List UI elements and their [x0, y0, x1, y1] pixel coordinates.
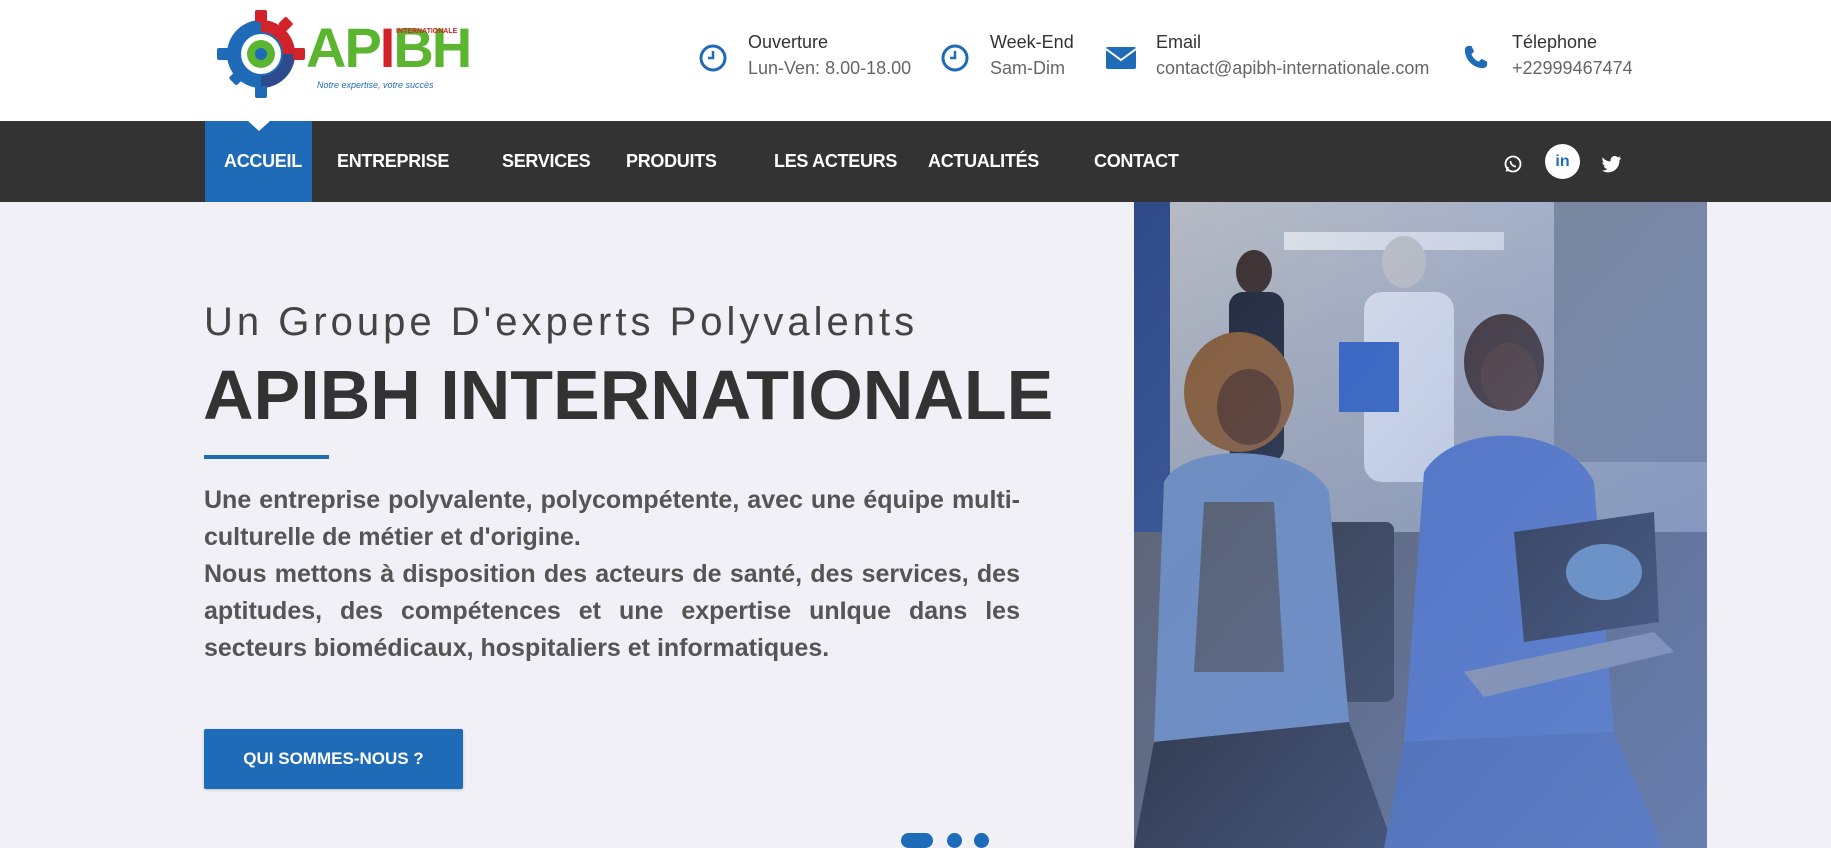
gear-logo-icon	[217, 10, 305, 98]
slider-dot-active[interactable]	[901, 833, 933, 848]
info-label: Télephone	[1512, 32, 1598, 52]
about-us-button[interactable]: QUI SOMMES-NOUS ?	[204, 729, 463, 789]
nav-item-accueil[interactable]: ACCUEIL	[205, 121, 312, 202]
clock-icon	[941, 44, 969, 72]
nav-item-services[interactable]: SERVICES	[502, 121, 591, 202]
envelope-icon	[1105, 47, 1137, 69]
phone-link[interactable]: +22999467474	[1512, 58, 1633, 79]
info-label: Ouverture	[748, 32, 829, 52]
nav-item-produits[interactable]: PRODUITS	[626, 121, 717, 202]
twitter-icon[interactable]	[1595, 147, 1629, 181]
nav-item-les-acteurs[interactable]: LES ACTEURS	[774, 121, 897, 202]
clock-icon	[699, 44, 727, 72]
linkedin-label: in	[1555, 152, 1570, 170]
info-label: Week-End	[990, 32, 1074, 52]
nav-item-actualites[interactable]: ACTUALITÉS	[928, 121, 1039, 202]
hospital-scene-image	[1134, 202, 1707, 848]
phone-icon	[1464, 45, 1488, 69]
main-nav: ACCUEIL ENTREPRISE SERVICES PRODUITS LES…	[0, 121, 1831, 202]
slider-dot[interactable]	[974, 833, 989, 848]
info-value: Lun-Ven: 8.00-18.00	[748, 58, 912, 78]
info-label: Email	[1156, 32, 1202, 52]
nav-item-entreprise[interactable]: ENTREPRISE	[337, 121, 449, 202]
hero-divider	[204, 455, 329, 459]
logo-internationale: INTERNATIONALE	[396, 28, 458, 35]
hero-title: APIBH INTERNATIONALE	[203, 356, 1054, 434]
top-header: APIBH INTERNATIONALE Notre expertise, vo…	[0, 0, 1831, 121]
whatsapp-icon[interactable]	[1496, 147, 1530, 181]
logo[interactable]: APIBH INTERNATIONALE Notre expertise, vo…	[214, 8, 472, 98]
hero-paragraph-1: Une entreprise polyvalente, polycompéten…	[204, 486, 1020, 551]
hero-photo	[1134, 202, 1707, 848]
logo-text-i: I	[379, 16, 396, 79]
logo-tagline: Notre expertise, votre succès	[317, 80, 434, 90]
nav-item-contact[interactable]: CONTACT	[1094, 121, 1179, 202]
logo-text-a: AP	[306, 16, 382, 79]
slider-dot[interactable]	[947, 833, 962, 848]
email-link[interactable]: contact@apibh-internationale.com	[1156, 58, 1429, 79]
logo-text-b: BH	[393, 16, 472, 79]
linkedin-icon[interactable]: in	[1545, 144, 1580, 179]
hero-paragraph-2: Nous mettons à disposition des acteurs d…	[204, 560, 1020, 662]
info-value: Sam-Dim	[990, 58, 1065, 78]
hero-subtitle: Un Groupe D'experts Polyvalents	[204, 300, 919, 344]
